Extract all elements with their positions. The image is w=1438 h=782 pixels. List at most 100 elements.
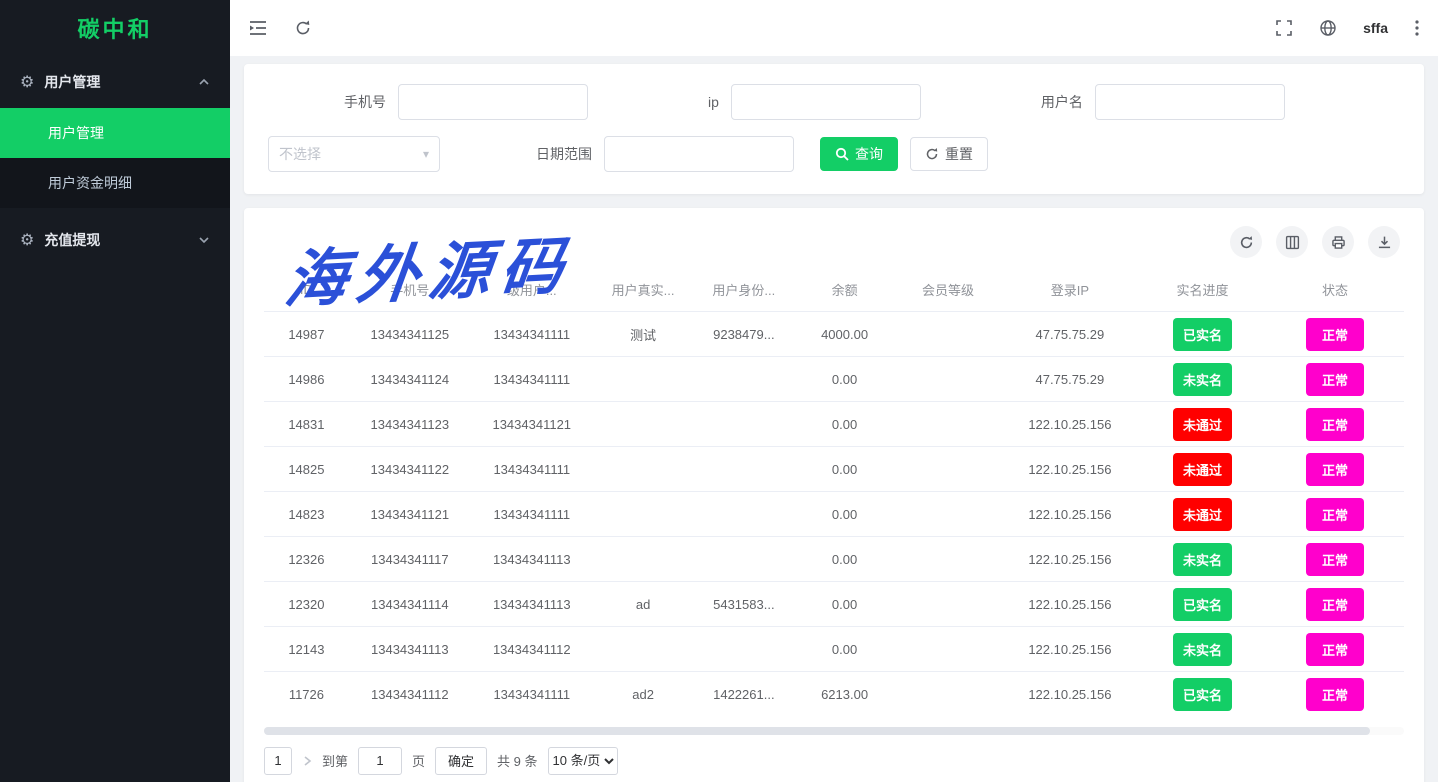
cell-phone: 13434341122 [349,447,471,492]
account-status-button[interactable]: 正常 [1306,408,1364,441]
cell-status: 正常 [1266,312,1404,357]
type-select[interactable]: 不选择 ▾ [268,136,440,172]
cell-ip: 122.10.25.156 [1001,492,1139,537]
cell-balance: 4000.00 [794,312,895,357]
verify-status-button[interactable]: 未通过 [1173,408,1232,441]
cell-balance: 0.00 [794,402,895,447]
ip-filter-group: ip [708,84,921,120]
cell-real_name [593,447,694,492]
search-button[interactable]: 查询 [820,137,898,171]
print-icon[interactable] [1322,226,1354,258]
confirm-button[interactable]: 确定 [435,747,487,775]
fullscreen-icon[interactable] [1275,19,1293,37]
account-status-button[interactable]: 正常 [1306,543,1364,576]
username-filter-group: 用户名 [1041,84,1285,120]
cell-id_card [693,537,794,582]
sidebar-collapse-icon[interactable] [248,19,268,37]
cell-balance: 0.00 [794,582,895,627]
cell-status: 正常 [1266,672,1404,717]
chevron-down-icon: ▾ [423,147,429,161]
topbar-right: sffa [1275,19,1420,37]
cell-level [895,582,1001,627]
cell-balance: 0.00 [794,537,895,582]
cell-ip: 122.10.25.156 [1001,537,1139,582]
refresh-icon [925,147,939,161]
reset-button[interactable]: 重置 [910,137,988,171]
next-page-icon[interactable] [302,755,312,767]
topbar: sffa [230,0,1438,56]
cell-level [895,312,1001,357]
account-status-button[interactable]: 正常 [1306,633,1364,666]
username-input[interactable] [1095,84,1285,120]
cell-real_name [593,537,694,582]
verify-status-button[interactable]: 未通过 [1173,453,1232,486]
account-status-button[interactable]: 正常 [1306,678,1364,711]
cell-verify: 未通过 [1139,447,1266,492]
sidebar-section-label: 充值提现 [44,230,100,250]
scrollbar-thumb[interactable] [264,727,1370,735]
table-row: 1498613434341124134343411110.0047.75.75.… [264,357,1404,402]
date-range-input[interactable] [604,136,794,172]
username[interactable]: sffa [1363,20,1388,36]
column-header: 状态 [1266,268,1404,312]
column-header: 实名进度 [1139,268,1266,312]
cell-verify: 未实名 [1139,537,1266,582]
table-row: 149871343434112513434341111测试9238479...4… [264,312,1404,357]
sidebar-section-user-management[interactable]: ⚙ 用户管理 [0,56,230,108]
phone-input[interactable] [398,84,588,120]
cell-verify: 未通过 [1139,402,1266,447]
cell-parent: 13434341113 [471,582,593,627]
account-status-button[interactable]: 正常 [1306,588,1364,621]
users-table: ID手机号级用户...用户真实...用户身份...余额会员等级登录IP实名进度状… [264,268,1404,717]
cell-phone: 13434341112 [349,672,471,717]
cell-level [895,627,1001,672]
language-globe-icon[interactable] [1319,19,1337,37]
column-settings-icon[interactable] [1276,226,1308,258]
account-status-button[interactable]: 正常 [1306,498,1364,531]
verify-status-button[interactable]: 已实名 [1173,318,1232,351]
cell-id_card [693,627,794,672]
cell-balance: 0.00 [794,492,895,537]
cell-level [895,447,1001,492]
sidebar-item-user-management[interactable]: 用户管理 [0,108,230,158]
sidebar-section-recharge-withdraw[interactable]: ⚙ 充值提现 [0,214,230,266]
verify-status-button[interactable]: 未实名 [1173,543,1232,576]
more-menu-icon[interactable] [1414,19,1420,37]
table-panel: 海外源码 [244,208,1424,782]
cell-id: 14987 [264,312,349,357]
type-select-value: 不选择 [279,144,321,164]
cell-level [895,357,1001,402]
cell-verify: 已实名 [1139,672,1266,717]
page-size-select[interactable]: 10 条/页 [548,747,618,775]
export-download-icon[interactable] [1368,226,1400,258]
goto-page-input[interactable] [358,747,402,775]
cell-status: 正常 [1266,357,1404,402]
page-button-1[interactable]: 1 [264,747,292,775]
verify-status-button[interactable]: 未通过 [1173,498,1232,531]
verify-status-button[interactable]: 已实名 [1173,588,1232,621]
column-header: 用户真实... [593,268,694,312]
verify-status-button[interactable]: 未实名 [1173,363,1232,396]
account-status-button[interactable]: 正常 [1306,318,1364,351]
table-row: 1232613434341117134343411130.00122.10.25… [264,537,1404,582]
cell-phone: 13434341121 [349,492,471,537]
account-status-button[interactable]: 正常 [1306,453,1364,486]
account-status-button[interactable]: 正常 [1306,363,1364,396]
horizontal-scrollbar[interactable] [264,727,1404,735]
cell-parent: 13434341112 [471,627,593,672]
sidebar-item-label: 用户资金明细 [48,173,132,193]
cell-id: 14825 [264,447,349,492]
verify-status-button[interactable]: 未实名 [1173,633,1232,666]
ip-input[interactable] [731,84,921,120]
cell-verify: 未实名 [1139,357,1266,402]
refresh-table-icon[interactable] [1230,226,1262,258]
verify-status-button[interactable]: 已实名 [1173,678,1232,711]
table-row: 123201343434111413434341113ad5431583...0… [264,582,1404,627]
refresh-icon[interactable] [294,19,312,37]
cell-real_name: ad [593,582,694,627]
table-row: 1214313434341113134343411120.00122.10.25… [264,627,1404,672]
cell-id_card: 9238479... [693,312,794,357]
cell-ip: 122.10.25.156 [1001,582,1139,627]
sidebar-item-user-funds-detail[interactable]: 用户资金明细 [0,158,230,208]
cell-real_name [593,492,694,537]
